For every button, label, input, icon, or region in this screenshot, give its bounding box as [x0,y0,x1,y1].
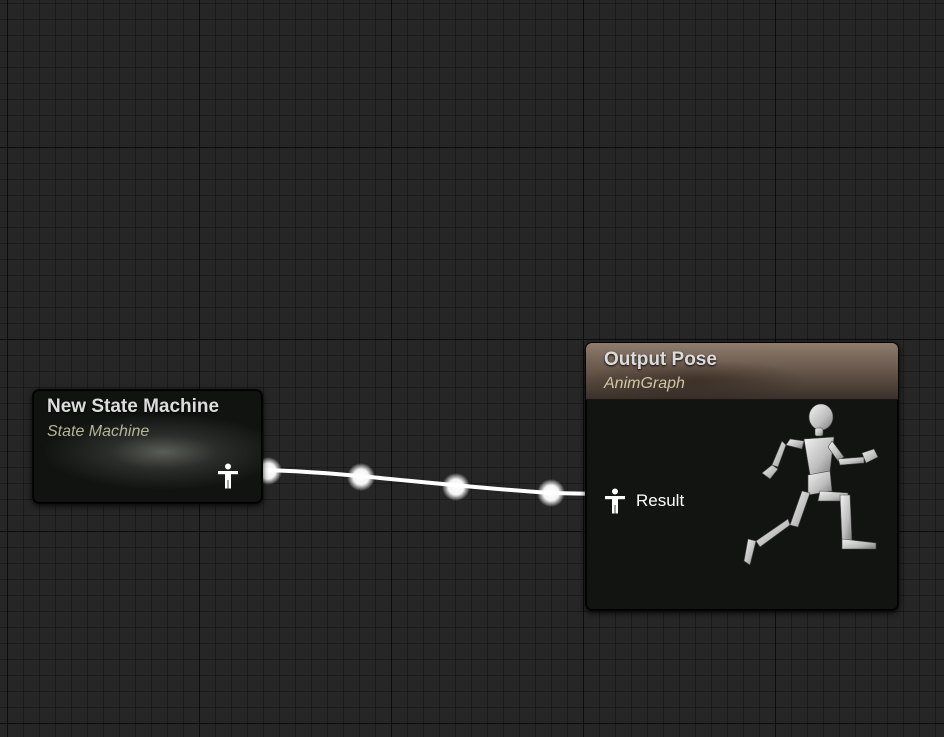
node-subtitle: AnimGraph [604,375,685,392]
pose-pin-icon[interactable] [217,463,239,489]
output-pose-node[interactable]: Output Pose AnimGraph Result [585,342,899,611]
running-mannequin-icon [743,403,879,566]
node-subtitle: State Machine [47,423,150,440]
node-title: New State Machine [47,396,220,417]
state-machine-node[interactable]: New State Machine State Machine [32,389,263,504]
node-title: Output Pose [604,349,717,370]
result-pin-label: Result [636,491,685,510]
pose-pin-icon[interactable] [604,488,626,514]
